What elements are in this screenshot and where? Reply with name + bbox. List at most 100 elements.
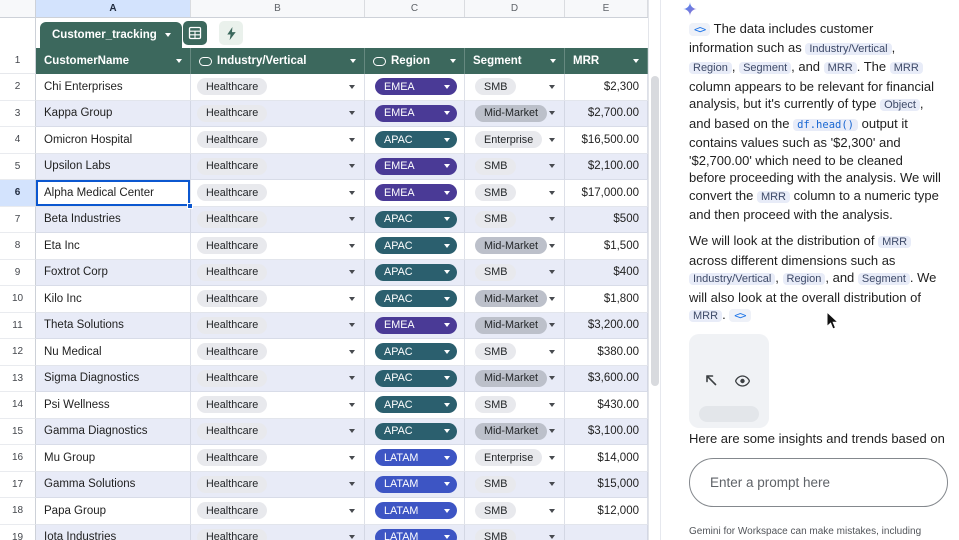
industry-dropdown-chip[interactable]: Healthcare <box>197 104 268 122</box>
cell-industry[interactable]: Healthcare <box>191 312 365 339</box>
cell-customer-name[interactable]: Gamma Diagnostics <box>36 418 191 445</box>
region-dropdown-chip[interactable]: LATAM <box>375 449 457 467</box>
region-dropdown-chip[interactable]: APAC <box>375 343 457 361</box>
cell-region[interactable]: LATAM <box>365 445 465 472</box>
region-dropdown-chip[interactable]: LATAM <box>375 502 457 520</box>
cell-region[interactable]: APAC <box>365 365 465 392</box>
cell-industry[interactable]: Healthcare <box>191 445 365 472</box>
region-dropdown-chip[interactable]: LATAM <box>375 528 457 540</box>
row-header-4[interactable]: 4 <box>0 127 36 154</box>
industry-dropdown-chip[interactable]: Healthcare <box>197 528 268 540</box>
cell-industry[interactable]: Healthcare <box>191 418 365 445</box>
row-header-8[interactable]: 8 <box>0 233 36 260</box>
row-header-14[interactable]: 14 <box>0 392 36 419</box>
cell-segment[interactable]: SMB <box>465 259 565 286</box>
industry-dropdown-chip[interactable]: Healthcare <box>197 369 268 387</box>
industry-dropdown-chip[interactable]: Healthcare <box>197 263 268 281</box>
industry-dropdown-chip[interactable]: Healthcare <box>197 184 268 202</box>
segment-dropdown-chip[interactable]: Mid-Market <box>475 104 547 122</box>
table-grid-icon[interactable] <box>183 21 207 45</box>
cell-customer-name[interactable]: Beta Industries <box>36 206 191 233</box>
cell-mrr[interactable] <box>565 524 648 540</box>
row-header-11[interactable]: 11 <box>0 312 36 339</box>
code-block-chip[interactable]: <> <box>689 23 711 36</box>
region-dropdown-chip[interactable]: EMEA <box>375 78 457 96</box>
cell-mrr[interactable]: $380.00 <box>565 339 648 366</box>
region-dropdown-chip[interactable]: APAC <box>375 422 457 440</box>
cell-industry[interactable]: Healthcare <box>191 259 365 286</box>
region-dropdown-chip[interactable]: APAC <box>375 290 457 308</box>
industry-dropdown-chip[interactable]: Healthcare <box>197 131 268 149</box>
cell-region[interactable]: LATAM <box>365 524 465 540</box>
table-name-chip[interactable]: Customer_tracking <box>40 22 182 48</box>
column-header-A[interactable]: A <box>36 0 191 17</box>
region-dropdown-chip[interactable]: EMEA <box>375 184 457 202</box>
cell-industry[interactable]: Healthcare <box>191 100 365 127</box>
column-header-D[interactable]: D <box>465 0 565 17</box>
cell-mrr[interactable]: $3,600.00 <box>565 365 648 392</box>
cell-region[interactable]: EMEA <box>365 180 465 207</box>
row-header-1[interactable]: 1 <box>0 48 36 74</box>
row-header-15[interactable]: 15 <box>0 418 36 445</box>
cell-region[interactable]: APAC <box>365 286 465 313</box>
row-header-19[interactable]: 19 <box>0 524 36 540</box>
row-header-13[interactable]: 13 <box>0 365 36 392</box>
cell-mrr[interactable]: $12,000 <box>565 498 648 525</box>
cell-segment[interactable]: Enterprise <box>465 445 565 472</box>
cell-region[interactable]: APAC <box>365 233 465 260</box>
column-header-C[interactable]: C <box>365 0 465 17</box>
region-dropdown-chip[interactable]: APAC <box>375 237 457 255</box>
cell-customer-name[interactable]: Mu Group <box>36 445 191 472</box>
segment-dropdown-chip[interactable]: SMB <box>475 184 517 202</box>
cell-customer-name[interactable]: Psi Wellness <box>36 392 191 419</box>
cell-customer-name[interactable]: Upsilon Labs <box>36 153 191 180</box>
row-header-3[interactable]: 3 <box>0 100 36 127</box>
cell-customer-name[interactable]: Theta Solutions <box>36 312 191 339</box>
segment-dropdown-chip[interactable]: Mid-Market <box>475 316 547 334</box>
row-header-7[interactable]: 7 <box>0 206 36 233</box>
cell-customer-name[interactable]: Papa Group <box>36 498 191 525</box>
industry-dropdown-chip[interactable]: Healthcare <box>197 237 268 255</box>
row-header-5[interactable]: 5 <box>0 153 36 180</box>
cell-segment[interactable]: SMB <box>465 153 565 180</box>
cell-segment[interactable]: Mid-Market <box>465 418 565 445</box>
cell-customer-name[interactable]: Kappa Group <box>36 100 191 127</box>
industry-dropdown-chip[interactable]: Healthcare <box>197 475 268 493</box>
row-header-17[interactable]: 17 <box>0 471 36 498</box>
cell-industry[interactable]: Healthcare <box>191 471 365 498</box>
table-column-header-region[interactable]: Region <box>365 48 465 74</box>
cell-region[interactable]: APAC <box>365 259 465 286</box>
cell-segment[interactable]: SMB <box>465 498 565 525</box>
segment-dropdown-chip[interactable]: Enterprise <box>475 131 543 149</box>
segment-dropdown-chip[interactable]: Mid-Market <box>475 422 547 440</box>
industry-dropdown-chip[interactable]: Healthcare <box>197 449 268 467</box>
cell-mrr[interactable]: $1,800 <box>565 286 648 313</box>
region-dropdown-chip[interactable]: EMEA <box>375 104 457 122</box>
cell-mrr[interactable]: $14,000 <box>565 445 648 472</box>
cell-region[interactable]: LATAM <box>365 498 465 525</box>
region-dropdown-chip[interactable]: LATAM <box>375 475 457 493</box>
row-header-18[interactable]: 18 <box>0 498 36 525</box>
segment-dropdown-chip[interactable]: SMB <box>475 210 517 228</box>
cell-segment[interactable]: SMB <box>465 392 565 419</box>
cell-mrr[interactable]: $400 <box>565 259 648 286</box>
segment-dropdown-chip[interactable]: SMB <box>475 475 517 493</box>
cell-customer-name[interactable]: Chi Enterprises <box>36 74 191 101</box>
cell-mrr[interactable]: $15,000 <box>565 471 648 498</box>
cell-segment[interactable]: Mid-Market <box>465 286 565 313</box>
cell-industry[interactable]: Healthcare <box>191 127 365 154</box>
cell-customer-name[interactable]: Eta Inc <box>36 233 191 260</box>
cell-segment[interactable]: Mid-Market <box>465 365 565 392</box>
cell-customer-name[interactable]: Omicron Hospital <box>36 127 191 154</box>
industry-dropdown-chip[interactable]: Healthcare <box>197 502 268 520</box>
cell-mrr[interactable]: $17,000.00 <box>565 180 648 207</box>
select-all-corner[interactable] <box>0 0 36 17</box>
industry-dropdown-chip[interactable]: Healthcare <box>197 210 268 228</box>
industry-dropdown-chip[interactable]: Healthcare <box>197 396 268 414</box>
region-dropdown-chip[interactable]: APAC <box>375 131 457 149</box>
cell-customer-name[interactable]: Nu Medical <box>36 339 191 366</box>
cell-industry[interactable]: Healthcare <box>191 74 365 101</box>
lightning-bolt-icon[interactable] <box>219 21 243 45</box>
cell-industry[interactable]: Healthcare <box>191 392 365 419</box>
table-column-header-industry-vertical[interactable]: Industry/Vertical <box>191 48 365 74</box>
